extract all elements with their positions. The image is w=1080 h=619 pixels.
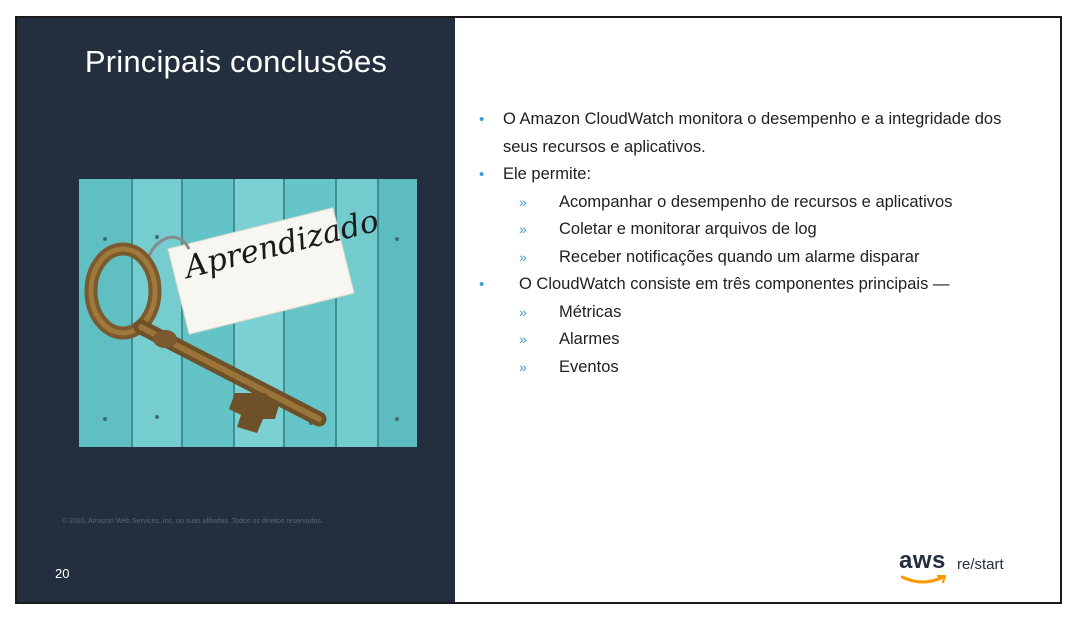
sub-bullet-text: Receber notificações quando um alarme di…: [559, 247, 920, 266]
sub-list-item: » Alarmes: [479, 326, 1059, 354]
bullet-text: O CloudWatch consiste em três componente…: [519, 275, 950, 293]
sub-list-item: » Coletar e monitorar arquivos de log: [479, 216, 1059, 244]
left-panel: Principais conclusões Aprendizado © 2020…: [17, 18, 455, 602]
page-number: 20: [55, 566, 70, 581]
bullet-icon: •: [479, 166, 485, 183]
bullet-text: seus recursos e aplicativos.: [503, 137, 706, 156]
list-item-continuation: seus recursos e aplicativos.: [479, 134, 1059, 162]
aws-smile-icon: [901, 575, 947, 584]
bullet-text: O Amazon CloudWatch monitora o desempenh…: [503, 110, 1002, 128]
sub-bullet-text: Alarmes: [559, 330, 620, 348]
sub-list-item: » Receber notificações quando um alarme …: [479, 244, 1059, 272]
bullet-icon: •: [479, 111, 485, 128]
chevron-icon: »: [519, 221, 527, 237]
bullet-text: Ele permite:: [503, 165, 592, 183]
key-photo: Aprendizado: [79, 179, 417, 447]
sub-bullet-text: Métricas: [559, 302, 622, 321]
sub-list-item: » Eventos: [479, 354, 1059, 382]
aws-logo: aws: [899, 547, 949, 587]
bullet-icon: •: [479, 276, 485, 293]
copyright-notice: © 2020, Amazon Web Services, Inc. ou sua…: [62, 518, 323, 525]
aws-wordmark: aws: [899, 547, 946, 574]
sub-bullet-text: Coletar e monitorar arquivos de log: [559, 220, 817, 238]
chevron-icon: »: [519, 331, 527, 347]
list-item: • O CloudWatch consiste em três componen…: [479, 271, 1059, 299]
list-item: • O Amazon CloudWatch monitora o desempe…: [479, 106, 1059, 134]
chevron-icon: »: [519, 358, 527, 375]
chevron-icon: »: [519, 193, 527, 210]
slide: Principais conclusões Aprendizado © 2020…: [15, 16, 1062, 604]
chevron-icon: »: [519, 303, 527, 320]
bullet-list: • O Amazon CloudWatch monitora o desempe…: [479, 106, 1059, 381]
slide-title: Principais conclusões: [84, 44, 388, 79]
sub-list-item: » Métricas: [479, 299, 1059, 327]
sub-bullet-text: Eventos: [559, 357, 619, 376]
chevron-icon: »: [519, 248, 527, 265]
brand-suffix: re/start: [957, 556, 1004, 573]
sub-list-item: » Acompanhar o desempenho de recursos e …: [479, 189, 1059, 217]
sub-bullet-text: Acompanhar o desempenho de recursos e ap…: [559, 192, 953, 211]
list-item: • Ele permite:: [479, 161, 1059, 189]
